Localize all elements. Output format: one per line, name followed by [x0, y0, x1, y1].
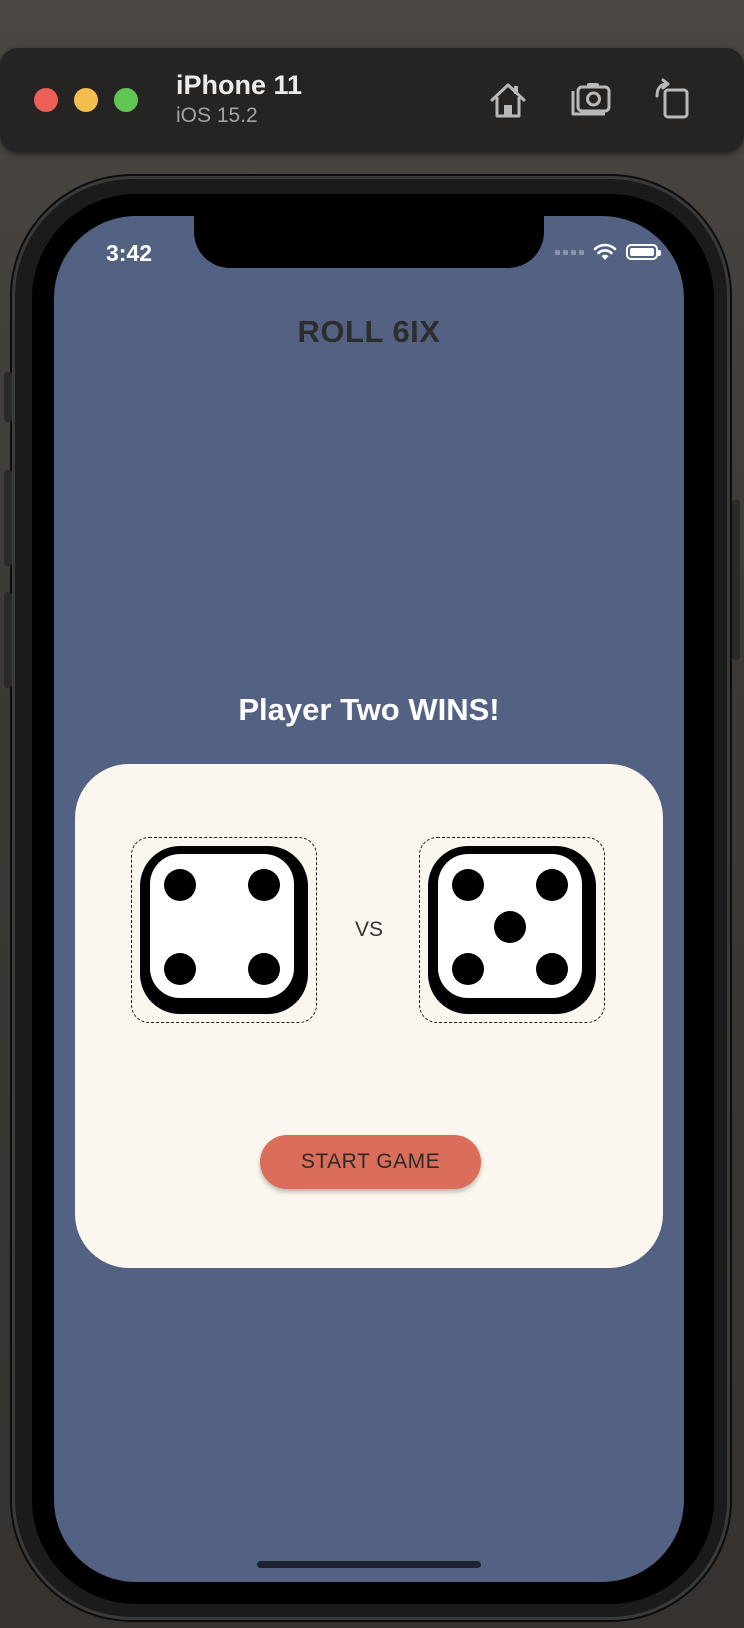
die-pip: [248, 953, 280, 985]
close-window-button[interactable]: [34, 88, 58, 112]
start-game-button[interactable]: START GAME: [260, 1135, 481, 1189]
die-face: [438, 854, 582, 998]
simulator-toolbar: [0, 48, 744, 152]
battery-icon: [626, 244, 661, 260]
rotate-icon[interactable]: [650, 78, 694, 122]
die-pip: [164, 953, 196, 985]
die-pip: [494, 911, 526, 943]
home-icon[interactable]: [486, 78, 530, 122]
status-icons: [555, 242, 661, 262]
player-two-die[interactable]: [419, 837, 605, 1023]
status-time: 3:42: [106, 240, 153, 266]
cellular-icon: [555, 249, 584, 255]
die-pip: [536, 869, 568, 901]
wifi-icon: [593, 243, 617, 260]
zoom-window-button[interactable]: [114, 88, 138, 112]
ringer-switch[interactable]: [4, 372, 12, 422]
die-pip: [164, 869, 196, 901]
volume-down-button[interactable]: [4, 592, 12, 688]
volume-up-button[interactable]: [4, 470, 12, 566]
die-pip: [536, 953, 568, 985]
game-card: VS START GAME: [75, 764, 663, 1268]
die-pip: [248, 869, 280, 901]
app-title: ROLL 6IX: [297, 314, 441, 349]
minimize-window-button[interactable]: [74, 88, 98, 112]
notch: [194, 216, 544, 268]
result-message: Player Two WINS!: [238, 692, 500, 727]
die-pip: [452, 953, 484, 985]
screenshot-icon[interactable]: [568, 78, 612, 122]
die-five-icon: [428, 846, 596, 1014]
phone-screen: 3:42 ROLL 6IX Player Two WINS! VS START …: [54, 216, 684, 1582]
side-power-button[interactable]: [732, 500, 740, 660]
device-name: iPhone 11: [176, 70, 303, 100]
die-pip: [452, 869, 484, 901]
home-indicator[interactable]: [257, 1561, 481, 1568]
os-version: iOS 15.2: [176, 104, 258, 127]
